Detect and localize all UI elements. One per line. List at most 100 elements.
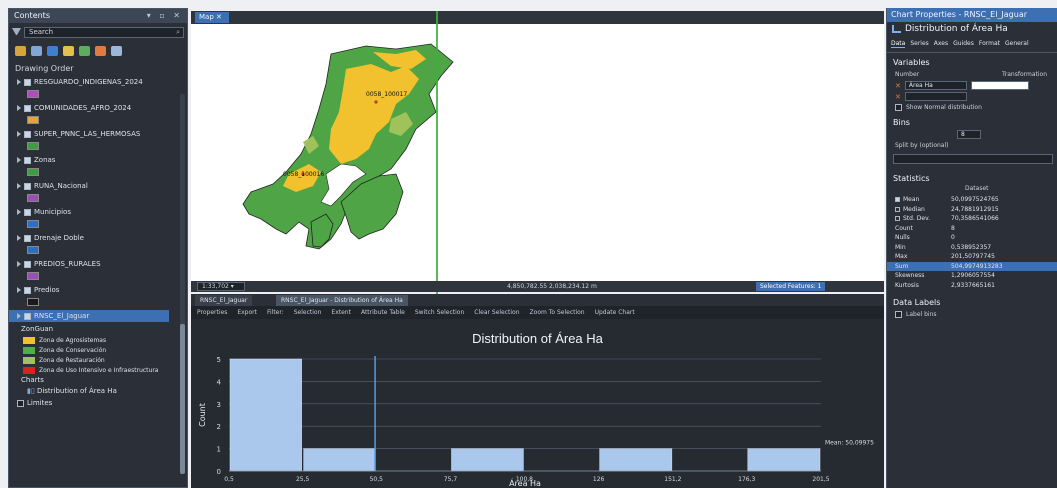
properties-tab[interactable]: Data [891, 40, 906, 48]
layer-item[interactable]: SUPER_PNNC_LAS_HERMOSAS [9, 128, 187, 154]
layer-checkbox[interactable] [24, 78, 31, 86]
remove-variable-icon[interactable]: ✕ [895, 82, 901, 90]
layer-item[interactable]: COMUNIDADES_AFRO_2024 [9, 102, 187, 128]
layer-checkbox[interactable] [24, 260, 31, 268]
expand-icon[interactable] [17, 235, 21, 241]
layer-item-selected[interactable]: RNSC_El_Jaguar [9, 310, 187, 324]
properties-tab[interactable]: Guides [953, 40, 974, 48]
layer-item[interactable]: Zonas [9, 154, 187, 180]
stat-row[interactable]: Std. Dev. 70,3586541066 [887, 214, 1057, 224]
list-by-snapping-icon[interactable] [79, 46, 90, 56]
map-view[interactable]: 0058_100017 0058_100016 [191, 24, 884, 281]
layer-item[interactable]: Predios [9, 284, 187, 310]
chart-toolbar-button[interactable]: Export [237, 309, 257, 316]
layer-checkbox[interactable] [17, 399, 24, 407]
stat-row[interactable]: Min 0,538952357 [887, 243, 1057, 253]
stat-row[interactable]: Mean 50,0997524765 [887, 195, 1057, 205]
chart-toolbar-button[interactable]: Selection [294, 309, 322, 316]
properties-tab[interactable]: Series [910, 40, 928, 48]
label-bins-checkbox[interactable] [895, 311, 902, 318]
chart-toolbar-button[interactable]: Attribute Table [361, 309, 405, 316]
show-normal-checkbox[interactable] [895, 104, 902, 111]
expand-icon[interactable] [17, 313, 21, 319]
layer-checkbox[interactable] [24, 286, 31, 294]
layer-checkbox[interactable] [24, 104, 31, 112]
list-by-selection-icon[interactable] [47, 46, 58, 56]
chart-toolbar-button[interactable]: Zoom To Selection [530, 309, 585, 316]
histogram-bar[interactable] [229, 358, 302, 472]
layer-checkbox[interactable] [24, 156, 31, 164]
layer-item[interactable]: RESGUARDO_INDIGENAS_2024 [9, 76, 187, 102]
stat-row[interactable]: Median 24,7881912915 [887, 205, 1057, 215]
chart-toolbar-button[interactable]: Update Chart [595, 309, 635, 316]
expand-icon[interactable] [17, 287, 21, 293]
chart-item[interactable]: ▮▯ Distribution of Área Ha [9, 386, 187, 397]
histogram-bar[interactable] [451, 448, 524, 472]
stat-row[interactable]: Max 201,50797745 [887, 252, 1057, 262]
expand-icon[interactable] [17, 131, 21, 137]
list-by-labeling-icon[interactable] [95, 46, 106, 56]
contents-scrollbar[interactable] [180, 94, 185, 474]
search-icon[interactable]: ⌕ [176, 28, 180, 37]
scrollbar-thumb[interactable] [180, 324, 185, 474]
number-field-select-empty[interactable] [904, 92, 967, 101]
filter-icon[interactable] [12, 27, 21, 37]
layer-checkbox[interactable] [24, 130, 31, 138]
pane-controls-icon[interactable]: ▾ ▫ ✕ [147, 9, 183, 23]
layer-checkbox[interactable] [24, 312, 31, 320]
chart-toolbar-button[interactable]: Filter: [267, 309, 284, 316]
stat-row[interactable]: Kurtosis 2,9337665161 [887, 281, 1057, 291]
expand-icon[interactable] [17, 157, 21, 163]
properties-tab[interactable]: Axes [934, 40, 948, 48]
properties-tab[interactable]: Format [979, 40, 1000, 48]
stat-row[interactable]: Sum 504,9974913283 [887, 261, 1057, 271]
chart-toolbar-button[interactable]: Switch Selection [415, 309, 464, 316]
tab-attribute-table[interactable]: RNSC_El_Jaguar [195, 295, 253, 306]
chart-toolbar-button[interactable]: Clear Selection [474, 309, 519, 316]
legend-item: Zona de Conservación [23, 345, 187, 355]
layer-item-limites[interactable]: Limites [9, 397, 187, 409]
expand-icon[interactable] [17, 105, 21, 111]
split-by-select[interactable] [893, 154, 1053, 164]
chart-toolbar-button[interactable]: Properties [197, 309, 227, 316]
bins-stepper[interactable]: 8 [957, 130, 981, 139]
map-canvas[interactable]: 0058_100017 0058_100016 [191, 24, 884, 281]
search-input[interactable]: Search ⌕ [24, 26, 184, 38]
chart-toolbar-button[interactable]: Extent [331, 309, 351, 316]
list-by-source-icon[interactable] [31, 46, 42, 56]
selected-features-badge[interactable]: Selected Features: 1 [756, 282, 826, 291]
list-by-drawing-order-icon[interactable] [15, 46, 26, 56]
tab-chart[interactable]: RNSC_El_Jaguar - Distribution of Área Ha [276, 295, 408, 306]
properties-tab[interactable]: General [1005, 40, 1029, 48]
histogram-bar[interactable] [303, 448, 376, 472]
list-by-charts-icon[interactable] [111, 46, 122, 56]
expand-icon[interactable] [17, 79, 21, 85]
layer-checkbox[interactable] [24, 182, 31, 190]
stat-checkbox[interactable] [895, 216, 900, 222]
number-field-select[interactable]: Área Ha [904, 81, 967, 90]
stat-row[interactable]: Count 8 [887, 224, 1057, 234]
layer-item[interactable]: RUNA_Nacional [9, 180, 187, 206]
stat-row[interactable]: Nulls 0 [887, 233, 1057, 243]
stat-checkbox[interactable] [895, 206, 900, 212]
expand-icon[interactable] [17, 261, 21, 267]
layer-item[interactable]: Drenaje Doble [9, 232, 187, 258]
contents-pane: Contents ▾ ▫ ✕ Search ⌕ Drawing Order RE… [8, 8, 188, 488]
label-bins-row[interactable]: Label bins [887, 309, 1057, 320]
layer-item[interactable]: PREDIOS_RURALES [9, 258, 187, 284]
layer-checkbox[interactable] [24, 234, 31, 242]
show-normal-row[interactable]: Show Normal distribution [887, 102, 1057, 113]
expand-icon[interactable] [17, 209, 21, 215]
histogram-bar[interactable] [747, 448, 821, 472]
layer-checkbox[interactable] [24, 208, 31, 216]
list-by-editing-icon[interactable] [63, 46, 74, 56]
histogram-bar[interactable] [599, 448, 673, 472]
stat-row[interactable]: Skewness 1,2906057554 [887, 271, 1057, 281]
transformation-select[interactable] [970, 81, 1029, 90]
tab-map[interactable]: Map ✕ [195, 12, 229, 23]
stat-checkbox[interactable] [895, 197, 900, 203]
layer-item[interactable]: Municipios [9, 206, 187, 232]
expand-icon[interactable] [17, 183, 21, 189]
remove-variable-icon[interactable]: ✕ [895, 93, 901, 101]
scale-combo[interactable]: 1:33,702 ▾ [197, 282, 245, 291]
